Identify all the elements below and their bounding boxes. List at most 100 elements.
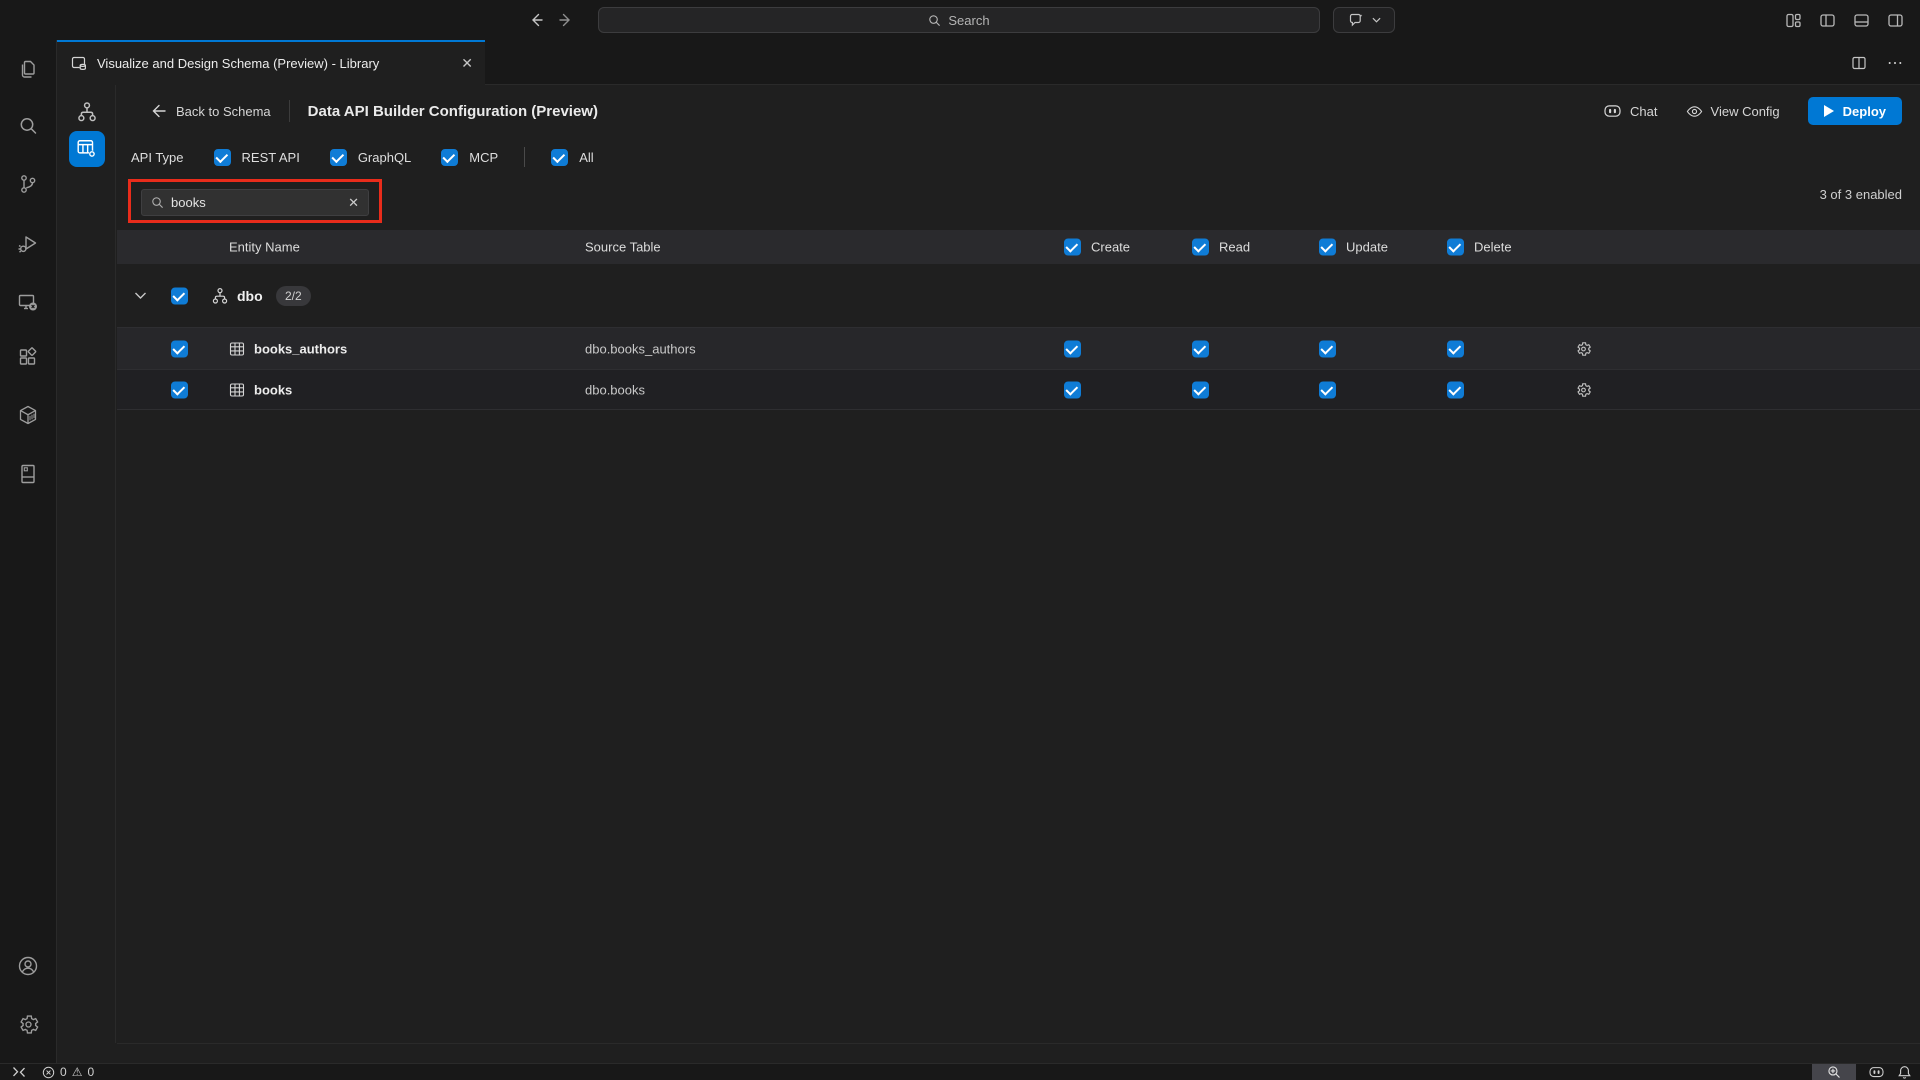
group-select-checkbox[interactable] xyxy=(171,287,188,304)
status-bar: 0 ⚠ 0 xyxy=(0,1063,1920,1080)
remote-indicator-icon[interactable] xyxy=(12,1066,26,1078)
entity-search-input[interactable] xyxy=(171,195,341,210)
toggle-panel-icon[interactable] xyxy=(1853,12,1870,29)
designer-toolbar xyxy=(57,85,116,1043)
tab-schema-designer[interactable]: Visualize and Design Schema (Preview) - … xyxy=(57,40,485,85)
customize-layout-icon[interactable] xyxy=(1785,12,1802,29)
source-table: dbo.books xyxy=(585,382,645,397)
collapse-chevron-icon[interactable] xyxy=(134,291,147,300)
toggle-secondary-sidebar-icon[interactable] xyxy=(1887,12,1904,29)
status-bar-right xyxy=(1812,1064,1920,1080)
notifications-bell-icon[interactable] xyxy=(1898,1065,1911,1079)
read-all-checkbox[interactable] xyxy=(1192,239,1209,256)
all-checkbox[interactable] xyxy=(551,149,568,166)
create-label: Create xyxy=(1091,240,1130,255)
col-source-table: Source Table xyxy=(585,240,661,255)
chat-bubble-icon xyxy=(1348,12,1364,28)
copilot-chat-button[interactable] xyxy=(1333,7,1395,33)
remote-explorer-icon[interactable] xyxy=(0,278,56,326)
row-select-checkbox[interactable] xyxy=(171,381,188,398)
create-checkbox[interactable] xyxy=(1064,381,1081,398)
delete-all-checkbox[interactable] xyxy=(1447,239,1464,256)
rest-api-checkbox[interactable] xyxy=(214,149,231,166)
problems-indicator[interactable]: 0 ⚠ 0 xyxy=(42,1065,94,1079)
read-checkbox[interactable] xyxy=(1192,381,1209,398)
command-center-search[interactable]: Search xyxy=(598,7,1320,33)
all-label: All xyxy=(579,150,593,165)
mcp-label: MCP xyxy=(469,150,498,165)
col-update: Update xyxy=(1319,239,1388,256)
schema-diagram-view-icon[interactable] xyxy=(70,96,104,128)
explorer-icon[interactable] xyxy=(0,45,56,93)
warning-icon: ⚠ xyxy=(72,1065,83,1079)
filter-all[interactable]: All xyxy=(551,149,593,166)
tab-title: Visualize and Design Schema (Preview) - … xyxy=(97,56,379,71)
panel-toolbar-right: Chat View Config Deploy xyxy=(1603,97,1902,125)
accounts-icon[interactable] xyxy=(0,942,56,990)
forward-arrow-icon[interactable] xyxy=(558,12,574,28)
schema-icon xyxy=(211,287,229,305)
copilot-status-icon[interactable] xyxy=(1868,1066,1885,1079)
toolbar-divider xyxy=(289,100,290,122)
create-all-checkbox[interactable] xyxy=(1064,239,1081,256)
entity-search-box[interactable]: ✕ xyxy=(141,189,369,216)
source-control-icon[interactable] xyxy=(0,160,56,208)
col-delete: Delete xyxy=(1447,239,1512,256)
update-checkbox[interactable] xyxy=(1319,381,1336,398)
database-projects-icon[interactable] xyxy=(0,450,56,498)
zoom-indicator[interactable] xyxy=(1812,1064,1856,1080)
filter-rest-api[interactable]: REST API xyxy=(214,149,300,166)
deploy-button[interactable]: Deploy xyxy=(1808,97,1902,125)
update-checkbox[interactable] xyxy=(1319,340,1336,357)
settings-gear-icon[interactable] xyxy=(0,1000,56,1048)
back-arrow-icon[interactable] xyxy=(528,12,544,28)
view-config-button[interactable]: View Config xyxy=(1686,104,1780,119)
schema-designer-icon xyxy=(71,55,88,72)
deploy-label: Deploy xyxy=(1843,104,1886,119)
delete-checkbox[interactable] xyxy=(1447,381,1464,398)
update-label: Update xyxy=(1346,240,1388,255)
chat-button[interactable]: Chat xyxy=(1603,104,1657,119)
search-icon xyxy=(151,196,164,209)
copilot-icon xyxy=(1603,104,1622,119)
toggle-sidebar-icon[interactable] xyxy=(1819,12,1836,29)
dab-config-view-button[interactable] xyxy=(69,131,105,167)
row-settings-gear-icon[interactable] xyxy=(1575,381,1592,398)
graphql-checkbox[interactable] xyxy=(330,149,347,166)
col-create: Create xyxy=(1064,239,1130,256)
chevron-down-icon xyxy=(1372,17,1381,23)
schema-name: dbo xyxy=(237,288,263,304)
search-view-icon[interactable] xyxy=(0,102,56,150)
warning-count: 0 xyxy=(87,1065,94,1079)
row-settings-gear-icon[interactable] xyxy=(1575,340,1592,357)
create-checkbox[interactable] xyxy=(1064,340,1081,357)
run-debug-icon[interactable] xyxy=(0,220,56,268)
eye-icon xyxy=(1686,105,1703,118)
search-label: Search xyxy=(948,13,989,28)
back-to-schema-button[interactable]: Back to Schema xyxy=(151,103,271,119)
content-bottom-border xyxy=(117,1043,1920,1044)
delete-checkbox[interactable] xyxy=(1447,340,1464,357)
enabled-count-label: 3 of 3 enabled xyxy=(1820,187,1902,202)
editor-actions: ⋯ xyxy=(1851,40,1904,85)
split-editor-icon[interactable] xyxy=(1851,55,1867,71)
clear-search-icon[interactable]: ✕ xyxy=(348,195,359,211)
read-checkbox[interactable] xyxy=(1192,340,1209,357)
col-read: Read xyxy=(1192,239,1250,256)
history-nav xyxy=(528,0,574,40)
panel-toolbar: Back to Schema Data API Builder Configur… xyxy=(117,85,1920,137)
update-all-checkbox[interactable] xyxy=(1319,239,1336,256)
more-actions-icon[interactable]: ⋯ xyxy=(1887,53,1904,73)
page-title: Data API Builder Configuration (Preview) xyxy=(308,103,598,120)
mcp-checkbox[interactable] xyxy=(441,149,458,166)
tab-close-icon[interactable]: ✕ xyxy=(461,55,473,72)
search-icon xyxy=(928,14,941,27)
left-arrow-icon xyxy=(151,103,167,119)
row-select-checkbox[interactable] xyxy=(171,340,188,357)
filter-graphql[interactable]: GraphQL xyxy=(330,149,411,166)
container-tools-icon[interactable] xyxy=(0,391,56,439)
extensions-icon[interactable] xyxy=(0,334,56,382)
read-label: Read xyxy=(1219,240,1250,255)
filter-mcp[interactable]: MCP xyxy=(441,149,498,166)
title-bar: Search xyxy=(0,0,1920,40)
